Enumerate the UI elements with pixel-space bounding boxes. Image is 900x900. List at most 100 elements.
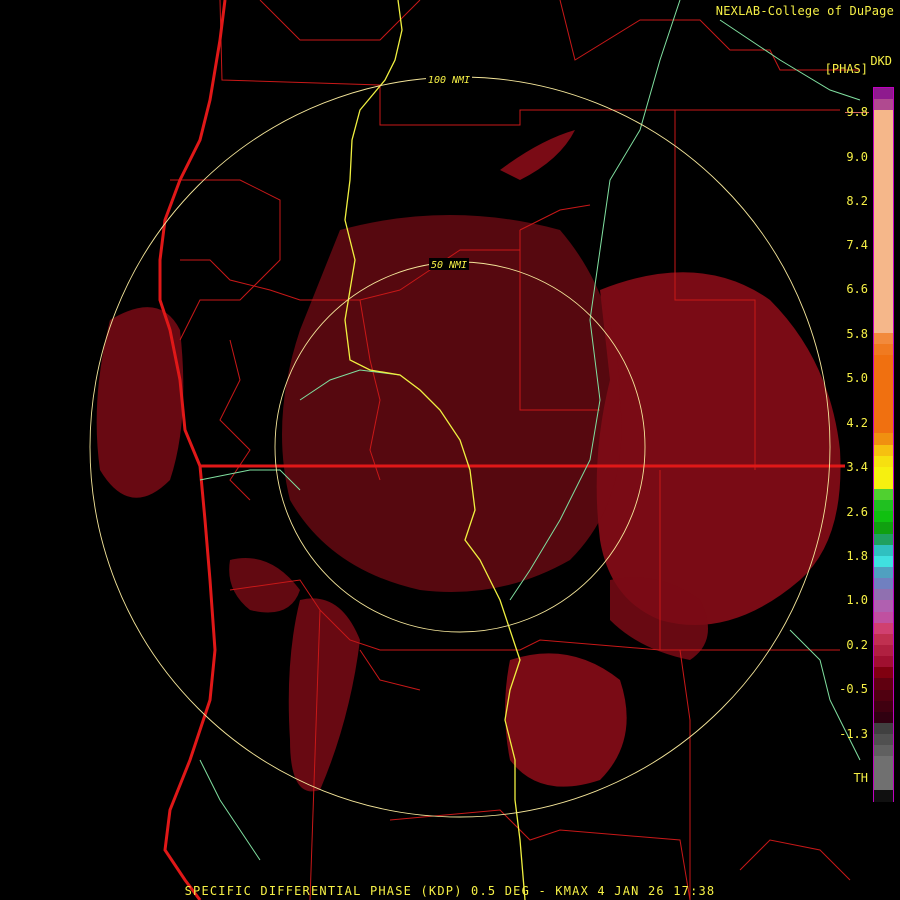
scale-swatch [874,477,893,490]
scale-swatch [874,578,893,590]
scale-label: 9.8 [846,105,868,119]
scale-swatch [874,243,893,256]
scale-swatch [874,199,893,212]
radar-display: 100 NMI 50 NMI NEXLAB-College of DuPage … [0,0,900,900]
scale-swatch [874,399,893,412]
scale-swatch [874,422,893,434]
scale-label: 7.4 [846,238,868,252]
scale-swatch [874,533,893,546]
boundary-line [219,339,251,501]
scale-swatch [874,511,893,523]
scale-swatch [874,143,893,156]
radar-echoes [96,130,841,792]
scale-swatch [874,489,893,501]
scale-label: 0.2 [846,638,868,652]
echo-region-central [282,215,622,592]
color-scale-bar [873,87,894,802]
scale-swatch [874,444,893,457]
scale-swatch [874,299,893,312]
scale-swatch [874,555,893,568]
scale-label: 6.6 [846,282,868,296]
scale-swatch [874,310,893,323]
scale-swatch [874,645,893,657]
scale-swatch [874,745,893,757]
scale-swatch [874,589,893,601]
boundary-line [259,0,421,41]
scale-swatch [874,221,893,234]
product-code: DKD [870,54,892,68]
scale-swatch [874,656,893,668]
scale-swatch [874,789,893,802]
scale-swatch [874,633,893,646]
scale-label: 5.8 [846,327,868,341]
scale-swatch [874,411,893,423]
scale-swatch [874,99,893,111]
scale-swatch [874,778,893,791]
scale-swatch [874,500,893,512]
scale-swatch [874,344,893,356]
scale-label: 8.2 [846,194,868,208]
scale-swatch [874,165,893,178]
scale-swatch [874,667,893,679]
scale-swatch [874,723,893,735]
product-caption: SPECIFIC DIFFERENTIAL PHASE (KDP) 0.5 DE… [184,884,716,898]
scale-swatch [874,711,893,724]
scale-swatch [874,255,893,267]
units-label: [PHAS] [824,62,868,76]
scale-swatch [874,756,893,769]
scale-swatch [874,567,893,579]
scale-label: 1.8 [846,549,868,563]
highway-line [719,19,861,101]
scale-swatch [874,288,893,301]
ring-label-100nmi: 100 NMI [428,75,470,86]
scale-swatch [874,388,893,401]
scale-swatch [874,121,893,134]
scale-swatch [874,132,893,145]
scale-swatch [874,232,893,245]
scale-swatch [874,522,893,535]
boundary-line [679,649,691,900]
scale-swatch [874,266,893,278]
scale-label: 3.4 [846,460,868,474]
scale-swatch [874,689,893,702]
scale-swatch [874,188,893,200]
scale-swatch [874,767,893,780]
scale-swatch [874,466,893,479]
scale-label: 4.2 [846,416,868,430]
scale-swatch [874,455,893,468]
scale-swatch [874,700,893,713]
scale-swatch [874,433,893,445]
scale-label: 5.0 [846,371,868,385]
scale-swatch [874,544,893,557]
credit-label: NEXLAB-College of DuPage [715,4,894,18]
scale-swatch [874,366,893,379]
echo-region-north [500,130,575,180]
scale-label: 2.6 [846,505,868,519]
scale-swatch [874,622,893,635]
scale-swatch [874,321,893,334]
boundary-line [400,639,661,651]
scale-swatch [874,734,893,746]
scale-label: -1.3 [839,727,868,741]
scale-swatch [874,277,893,290]
echo-region-east [596,272,841,625]
scale-label: 1.0 [846,593,868,607]
scale-swatch [874,333,893,345]
scale-swatch [874,678,893,691]
boundary-line [739,839,851,881]
scale-swatch [874,600,893,613]
scale-label: TH [853,771,868,785]
boundary-line [219,0,840,126]
echo-region-southeast [505,653,627,787]
scale-swatch [874,355,893,368]
scale-label: -0.5 [839,682,868,696]
highway-line [199,759,261,861]
scale-swatch [874,177,893,189]
scale-swatch [874,88,893,100]
echo-region-south [288,598,360,792]
scale-swatch [874,611,893,624]
scale-swatch [874,377,893,390]
radar-map: 100 NMI 50 NMI [89,0,861,900]
scale-swatch [874,110,893,122]
scale-swatch [874,154,893,167]
